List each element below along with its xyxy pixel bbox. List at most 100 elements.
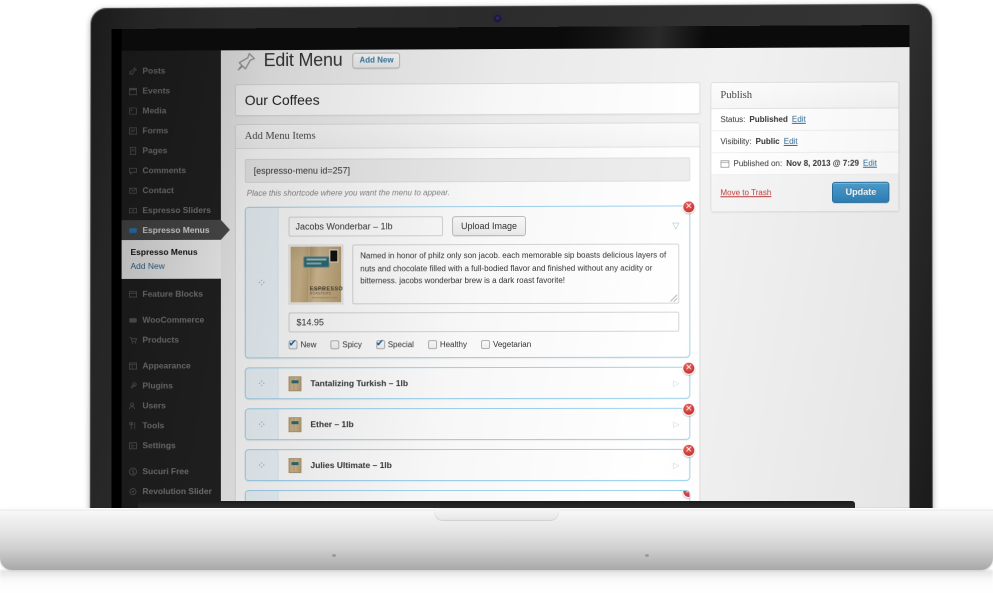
- tag-new[interactable]: New: [288, 340, 316, 350]
- sidebar-item-media[interactable]: Media: [122, 100, 221, 120]
- item-tags-row: New Spicy: [288, 340, 680, 350]
- remove-item-button[interactable]: ×: [682, 443, 696, 457]
- sidebar-item-label: Contact: [142, 185, 174, 196]
- sidebar-item-events[interactable]: Events: [122, 80, 221, 100]
- media-icon: [129, 106, 138, 115]
- checkbox-new[interactable]: [288, 340, 298, 350]
- edit-status-link[interactable]: Edit: [792, 115, 806, 124]
- chevron-right-icon[interactable]: ▷: [673, 378, 679, 387]
- sidebar-item-dashboard[interactable]: Dashboard: [122, 34, 221, 54]
- menu-item-collapsed[interactable]: × ⁘ Ether – 1lb ▷: [244, 402, 696, 441]
- sidebar-item-forms[interactable]: Forms: [122, 120, 221, 140]
- sidebar-item-appearance[interactable]: Appearance: [122, 355, 221, 375]
- slider-icon: [129, 206, 138, 215]
- sidebar-item-plugins[interactable]: Plugins: [122, 375, 221, 395]
- sidebar-item-settings[interactable]: Settings: [122, 435, 221, 455]
- panel-inside: [espresso-menu id=257] Place this shortc…: [236, 147, 700, 508]
- edit-visibility-link[interactable]: Edit: [784, 137, 798, 146]
- remove-item-button[interactable]: ×: [682, 200, 696, 214]
- remove-item-button[interactable]: ×: [682, 361, 696, 375]
- menu-icon: [129, 226, 138, 235]
- item-name-input[interactable]: Jacobs Wonderbar – 1lb: [288, 216, 444, 237]
- settings-icon: [129, 441, 138, 450]
- visibility-value: Public: [755, 136, 780, 147]
- publish-visibility-row: Visibility: Public Edit: [711, 130, 899, 154]
- content-columns: Our Coffees Add Menu Items [espresso-men…: [234, 81, 900, 509]
- screen-bezel: Dashboard Posts Events Media Forms Pages…: [111, 25, 910, 518]
- upload-image-button[interactable]: Upload Image: [452, 215, 527, 237]
- drag-handle[interactable]: ⁘: [245, 450, 279, 481]
- bag-url-text: www.espresso.com: [311, 295, 338, 300]
- menu-item-row: Julies Ultimate – 1lb ▷: [279, 450, 690, 480]
- checkbox-spicy[interactable]: [330, 340, 340, 350]
- menu-title-field[interactable]: Our Coffees: [234, 82, 701, 117]
- sidebar-item-label: Espresso Sliders: [142, 204, 211, 216]
- base-notch: [434, 508, 559, 521]
- item-description-textarea[interactable]: Named in honor of philz only son jacob. …: [352, 243, 680, 305]
- sidebar-item-tools[interactable]: Tools: [122, 415, 221, 435]
- shortcode-field[interactable]: [espresso-menu id=257]: [244, 157, 691, 183]
- forms-icon: [129, 126, 138, 135]
- revolution-icon: [129, 487, 138, 496]
- submenu-item-espresso-menus[interactable]: Espresso Menus: [131, 245, 221, 259]
- edit-date-link[interactable]: Edit: [863, 159, 877, 168]
- sidebar-item-label: Forms: [142, 125, 169, 136]
- chevron-right-icon[interactable]: ▷: [673, 460, 679, 469]
- drag-handle[interactable]: ⁘: [245, 409, 279, 440]
- item-middle-row: ESPRESSO COFFEE ROASTERS www.espresso.co…: [288, 243, 680, 305]
- item-description-text: Named in honor of philz only son jacob. …: [360, 250, 667, 286]
- item-price-input[interactable]: $14.95: [288, 311, 680, 333]
- checkbox-special[interactable]: [375, 340, 385, 350]
- sidebar-item-label: Revolution Slider: [142, 486, 212, 497]
- checkbox-healthy[interactable]: [427, 340, 437, 350]
- item-name-label: Tantalizing Turkish – 1lb: [310, 378, 409, 389]
- sidebar-item-espresso-menus[interactable]: Espresso Menus: [121, 219, 221, 241]
- sidebar-item-products[interactable]: Products: [122, 330, 221, 350]
- sidebar-item-pages[interactable]: Pages: [122, 140, 221, 160]
- drag-handle[interactable]: ⁘: [245, 207, 279, 358]
- tag-spicy[interactable]: Spicy: [330, 340, 362, 350]
- tag-healthy[interactable]: Healthy: [427, 340, 467, 350]
- tag-label: Healthy: [439, 340, 467, 350]
- remove-item-button[interactable]: ×: [682, 402, 696, 416]
- menu-items-list: × ⁘ Jacobs Wonderbar – 1lb Upload Image …: [244, 200, 696, 505]
- screen-options-tab[interactable]: Screen Options ▼: [817, 32, 900, 48]
- chevron-down-icon[interactable]: ▽: [672, 220, 679, 231]
- sidebar-item-users[interactable]: Users: [122, 395, 221, 415]
- screen-viewport: Dashboard Posts Events Media Forms Pages…: [121, 25, 910, 509]
- tag-vegetarian[interactable]: Vegetarian: [480, 340, 531, 350]
- admin-sidebar: Dashboard Posts Events Media Forms Pages…: [121, 28, 221, 509]
- published-value: Nov 8, 2013 @ 7:29: [786, 158, 859, 169]
- menu-item-collapsed[interactable]: × ⁘ Julies Ultimate – 1lb ▷: [244, 443, 696, 482]
- add-new-button[interactable]: Add New: [352, 52, 401, 69]
- menu-item-collapsed[interactable]: × ⁘ Tantalizing Turkish – 1lb ▷: [244, 361, 696, 400]
- side-column: Publish Status: Published Edit Visibilit…: [710, 81, 900, 213]
- checkbox-vegetarian[interactable]: [480, 340, 490, 350]
- chevron-right-icon[interactable]: ▷: [673, 419, 679, 428]
- sidebar-item-contact[interactable]: Contact: [122, 180, 221, 200]
- sidebar-item-woocommerce[interactable]: WooCommerce: [122, 310, 221, 330]
- submenu-item-add-new[interactable]: Add New: [131, 259, 221, 273]
- sidebar-item-posts[interactable]: Posts: [122, 60, 221, 80]
- sidebar-item-sucuri-free[interactable]: Sucuri Free: [122, 461, 221, 481]
- sidebar-item-feature-blocks[interactable]: Feature Blocks: [122, 284, 221, 304]
- publish-status-row: Status: Published Edit: [711, 108, 899, 132]
- tools-icon: [129, 421, 138, 430]
- tag-label: Spicy: [342, 340, 362, 350]
- publish-panel-title: Publish: [711, 82, 899, 110]
- item-thumbnail[interactable]: ESPRESSO COFFEE ROASTERS www.espresso.co…: [288, 244, 344, 305]
- sidebar-item-label: Plugins: [142, 380, 173, 391]
- update-button[interactable]: Update: [832, 181, 890, 203]
- tag-special[interactable]: Special: [375, 340, 414, 350]
- publish-panel: Publish Status: Published Edit Visibilit…: [710, 81, 900, 213]
- wordpress-admin: Dashboard Posts Events Media Forms Pages…: [121, 25, 910, 509]
- pin-icon: [129, 66, 138, 76]
- sidebar-item-espresso-sliders[interactable]: Espresso Sliders: [122, 200, 221, 220]
- resize-grip-icon[interactable]: [670, 294, 678, 302]
- move-to-trash-link[interactable]: Move to Trash: [720, 188, 771, 197]
- calendar-icon: [129, 86, 138, 96]
- sidebar-item-revolution-slider[interactable]: Revolution Slider: [122, 481, 221, 501]
- base-foot: [645, 554, 649, 557]
- drag-handle[interactable]: ⁘: [245, 368, 279, 399]
- sidebar-item-comments[interactable]: Comments: [122, 160, 221, 180]
